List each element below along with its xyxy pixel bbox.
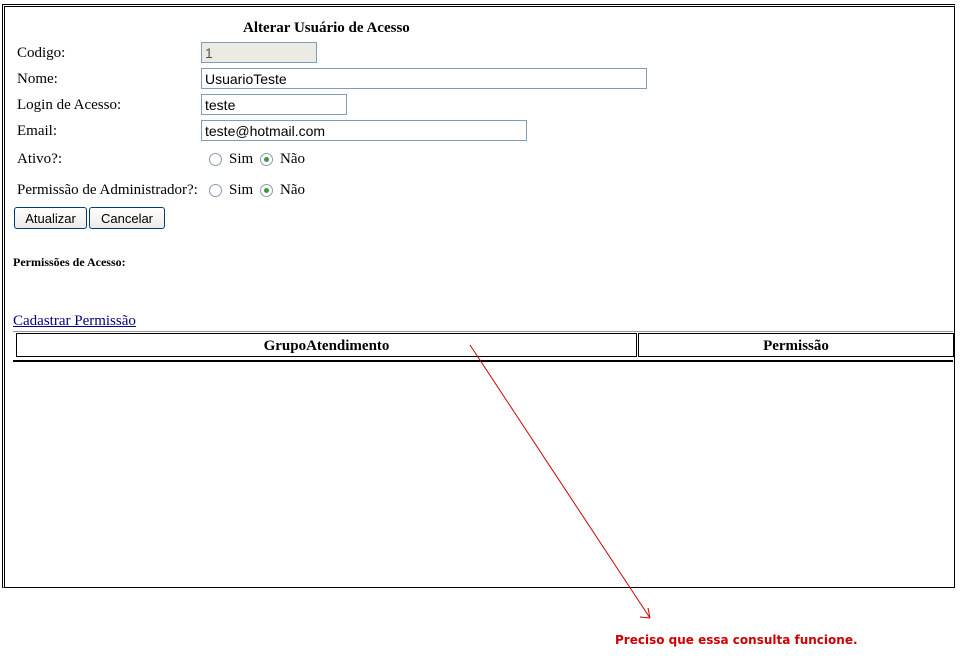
annotation-text: Preciso que essa consulta funcione.: [615, 633, 858, 647]
arrow-annotation-icon: [469, 344, 651, 619]
